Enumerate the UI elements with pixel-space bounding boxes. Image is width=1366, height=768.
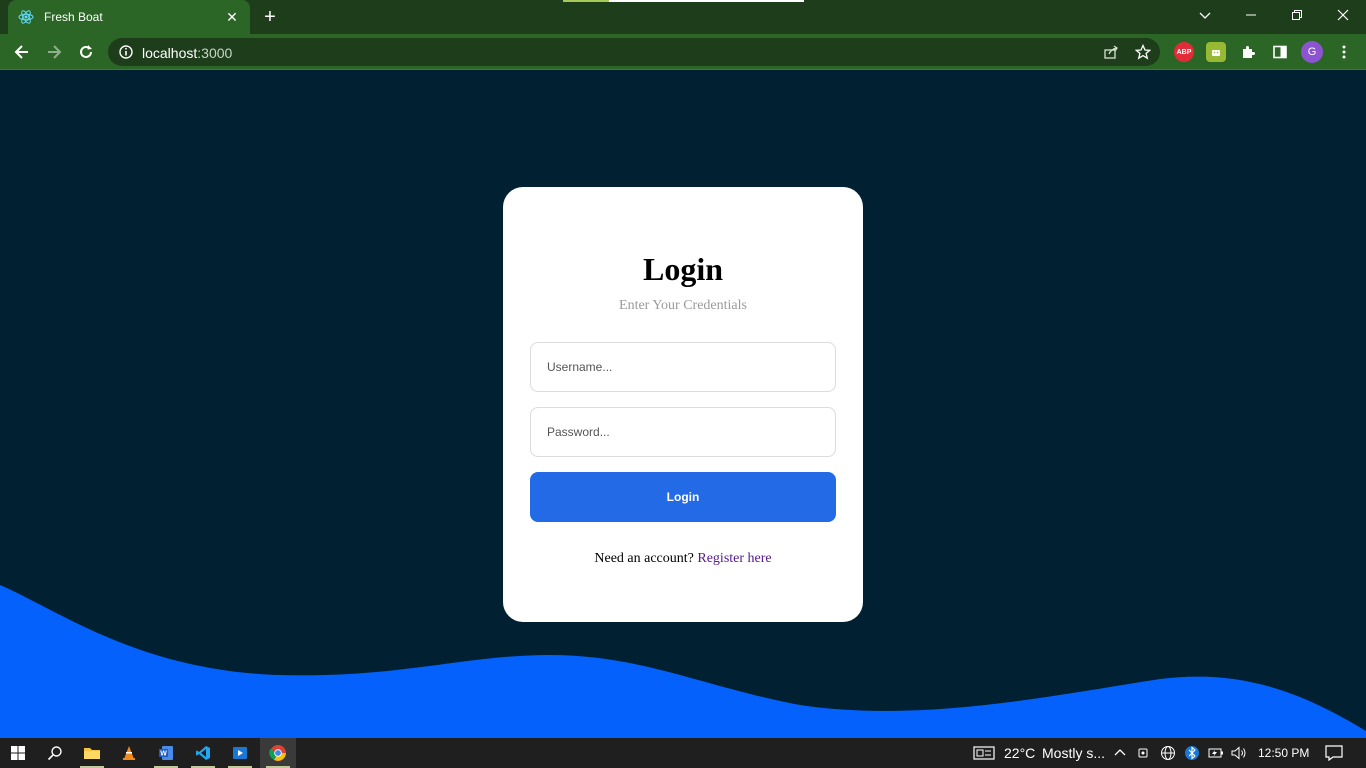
- new-tab-icon[interactable]: +: [259, 7, 281, 27]
- login-title: Login: [642, 251, 724, 287]
- news-widget-icon[interactable]: [972, 745, 996, 761]
- file-explorer-icon[interactable]: [74, 738, 110, 768]
- avatar[interactable]: G: [1301, 41, 1323, 63]
- tab-strip: Fresh Boat ✕ +: [0, 0, 1366, 34]
- chrome-icon[interactable]: [260, 738, 296, 768]
- photos-icon[interactable]: [222, 738, 258, 768]
- weather-temp[interactable]: 22°C: [1004, 745, 1035, 761]
- android-extension-icon[interactable]: [1206, 42, 1226, 62]
- address-bar[interactable]: localhost:3000: [108, 38, 1160, 66]
- login-button[interactable]: Login: [530, 472, 836, 522]
- bluetooth-icon[interactable]: [1184, 745, 1200, 761]
- notifications-icon[interactable]: [1325, 745, 1343, 761]
- close-tab-icon[interactable]: ✕: [224, 9, 240, 25]
- register-prompt-text: Need an account?: [594, 551, 698, 566]
- clock-time[interactable]: 12:50 PM: [1258, 746, 1309, 760]
- back-arrow-icon[interactable]: [10, 40, 34, 64]
- loading-indicator: [563, 0, 804, 2]
- page-viewport: Login Enter Your Credentials Login Need …: [0, 71, 1366, 738]
- tab-search-icon[interactable]: [1194, 6, 1216, 26]
- windows-start-icon[interactable]: [0, 738, 36, 768]
- weather-condition[interactable]: Mostly s...: [1042, 745, 1105, 761]
- forward-arrow-icon[interactable]: [42, 40, 66, 64]
- minimize-icon[interactable]: [1240, 6, 1262, 26]
- password-input[interactable]: [530, 407, 836, 457]
- login-card: Login Enter Your Credentials Login Need …: [503, 187, 863, 622]
- battery-icon[interactable]: [1208, 745, 1224, 761]
- url-port: :3000: [197, 45, 233, 61]
- reload-icon[interactable]: [74, 40, 98, 64]
- react-logo-icon: [18, 9, 34, 25]
- site-info-icon[interactable]: [118, 44, 134, 60]
- word-icon[interactable]: W: [148, 738, 184, 768]
- login-subtitle: Enter Your Credentials: [619, 298, 747, 313]
- browser-tab[interactable]: Fresh Boat ✕: [8, 0, 250, 34]
- chevron-up-icon[interactable]: [1112, 745, 1128, 761]
- vlc-icon[interactable]: [111, 738, 147, 768]
- puzzle-icon[interactable]: [1238, 42, 1258, 62]
- register-link[interactable]: Register here: [697, 551, 771, 566]
- register-prompt: Need an account? Register here: [503, 551, 863, 567]
- close-window-icon[interactable]: [1332, 6, 1354, 26]
- username-input[interactable]: [530, 342, 836, 392]
- url-text: localhost:3000: [142, 45, 232, 61]
- search-icon[interactable]: [37, 738, 73, 768]
- profile-initial: G: [1307, 46, 1317, 58]
- svg-text:W: W: [160, 751, 167, 758]
- network-globe-icon[interactable]: [1160, 745, 1176, 761]
- side-panel-icon[interactable]: [1270, 42, 1290, 62]
- vscode-icon[interactable]: [185, 738, 221, 768]
- tab-title: Fresh Boat: [44, 10, 103, 24]
- url-host: localhost: [142, 45, 198, 61]
- restore-icon[interactable]: [1286, 6, 1308, 26]
- adblock-plus-icon[interactable]: ABP: [1174, 42, 1194, 62]
- webcam-icon[interactable]: [1136, 745, 1152, 761]
- bookmark-star-icon[interactable]: [1134, 43, 1152, 61]
- share-icon[interactable]: [1102, 43, 1120, 61]
- menu-dots-icon[interactable]: [1334, 42, 1354, 62]
- volume-icon[interactable]: [1231, 745, 1247, 761]
- browser-toolbar: localhost:3000 ABP G: [0, 34, 1366, 70]
- abp-label: ABP: [1176, 48, 1192, 56]
- taskbar: W 22°C Mostly s... 12:50 PM: [0, 738, 1366, 768]
